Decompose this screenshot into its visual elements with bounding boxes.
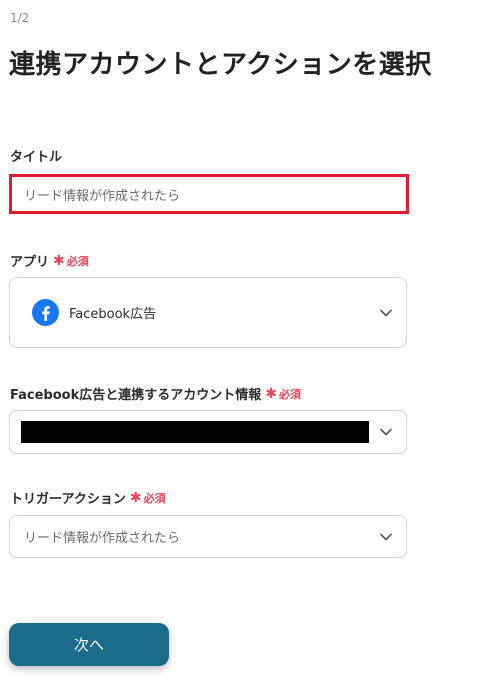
required-text: 必須 — [143, 491, 166, 505]
step-indicator: 1/2 — [10, 11, 30, 25]
app-select[interactable]: Facebook広告 — [9, 277, 407, 348]
required-badge: ✱ 必須 — [265, 386, 301, 402]
account-field-label: Facebook広告と連携するアカウント情報 ✱ 必須 — [10, 384, 301, 404]
app-field-label: アプリ ✱ 必須 — [10, 251, 89, 271]
required-badge: ✱ 必須 — [53, 253, 89, 269]
required-asterisk-icon: ✱ — [129, 489, 142, 506]
chevron-down-icon — [380, 533, 392, 540]
trigger-label-text: トリガーアクション — [10, 492, 126, 507]
required-text: 必須 — [278, 387, 301, 401]
trigger-action-value: リード情報が作成されたら — [24, 531, 181, 546]
required-text: 必須 — [66, 254, 89, 268]
next-button[interactable]: 次へ — [9, 623, 169, 666]
title-label-text: タイトル — [10, 150, 63, 165]
facebook-icon — [32, 299, 59, 326]
account-select[interactable] — [9, 410, 407, 454]
title-input[interactable]: リード情報が作成されたら — [9, 174, 409, 214]
selected-app-name: Facebook広告 — [69, 307, 157, 322]
trigger-field-label: トリガーアクション ✱ 必須 — [10, 488, 166, 508]
page-title: 連携アカウントとアクションを選択 — [9, 50, 432, 80]
chevron-down-icon — [380, 428, 392, 436]
next-button-label: 次へ — [73, 636, 104, 654]
trigger-action-select[interactable]: リード情報が作成されたら — [9, 515, 407, 558]
required-asterisk-icon: ✱ — [265, 385, 277, 402]
redacted-account-value — [21, 421, 369, 443]
required-asterisk-icon: ✱ — [53, 252, 65, 269]
account-label-text: Facebook広告と連携するアカウント情報 — [10, 388, 262, 403]
required-badge: ✱ 必須 — [130, 490, 166, 506]
title-input-value: リード情報が作成されたら — [24, 188, 181, 204]
title-field-label: タイトル — [10, 146, 62, 165]
app-label-text: アプリ — [10, 255, 50, 270]
chevron-down-icon — [380, 309, 392, 316]
